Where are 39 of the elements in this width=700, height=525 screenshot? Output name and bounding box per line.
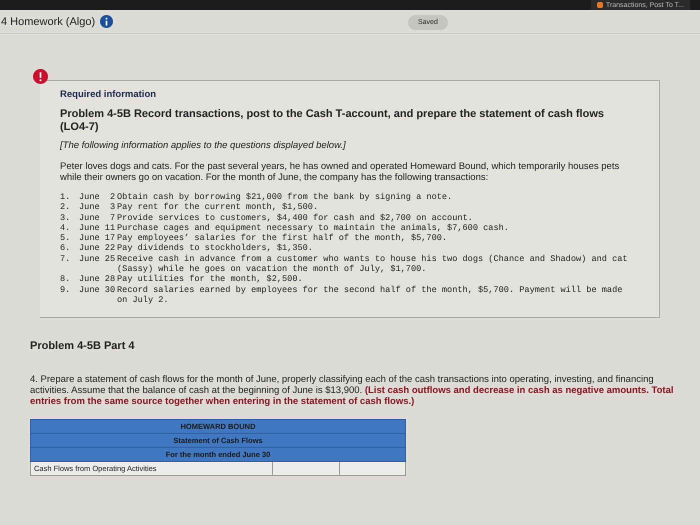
transaction-number: 1. bbox=[60, 192, 72, 202]
amount-cell[interactable] bbox=[272, 462, 339, 476]
transaction-date: June 17 bbox=[79, 233, 116, 244]
amount-cell[interactable] bbox=[339, 462, 406, 476]
transaction-date: June 7 bbox=[79, 212, 116, 223]
transaction-text: Provide services to customers, $4,400 for cash and $2,700 on account. bbox=[117, 212, 474, 223]
problem-title: Problem 4-5B Record transactions, post to the Cash T-account, and prepare the statement of cash flows (LO4-7) bbox=[60, 108, 606, 134]
transaction-date: June 30 bbox=[79, 284, 116, 297]
transaction-date: June 2 bbox=[79, 192, 116, 202]
assignment-title: 4 Homework (Algo) bbox=[1, 16, 96, 28]
transaction-text: Obtain cash by borrowing $21,000 from the bank by signing a note. bbox=[117, 192, 454, 202]
instructions-paragraph: 4. Prepare a statement of cash flows for the month of June, properly classifying each of the cash transactions into operating, investing, and financing activities. Assume that the balance of cash at the beginning of June is $13,900. (List cash outflows and decrease in cash as negative amounts. Total entries from the same source together when entering in the statement of cash flows.) bbox=[30, 374, 675, 408]
transaction-number: 6. bbox=[60, 243, 72, 254]
transaction-text: Record salaries earned by employees for the second half of the month, $5,700. Payment will be made on July 2. bbox=[117, 284, 624, 306]
transaction-date: June 22 bbox=[79, 243, 116, 254]
transaction-text: Purchase cages and equipment necessary to maintain the animals, $7,600 cash. bbox=[117, 222, 510, 234]
transaction-date: June 25 bbox=[79, 254, 116, 266]
transaction-date: June 28 bbox=[79, 274, 116, 285]
transaction-text: Pay employees’ salaries for the first half of the month, $5,700. bbox=[117, 233, 448, 244]
required-info-heading: Required information bbox=[60, 89, 158, 100]
transaction-number: 7. bbox=[60, 254, 72, 266]
transaction-number: 9. bbox=[60, 284, 72, 297]
info-note: [The following information applies to the questions displayed below.] bbox=[60, 140, 347, 151]
transaction-number: 3. bbox=[60, 212, 72, 223]
transaction-text: Pay dividends to stockholders, $1,350. bbox=[117, 243, 314, 254]
transaction-date: June 11 bbox=[79, 222, 116, 234]
transaction-text: Pay utilities for the month, $2,500. bbox=[117, 274, 304, 285]
transaction-date: June 3 bbox=[79, 202, 116, 213]
transaction-number: 8. bbox=[60, 274, 72, 285]
intro-paragraph: Peter loves dogs and cats. For the past several years, he has owned and operated Homeward Bound, which temporarily houses pets while their owners go on vacation. For the month of June, the company has the following transactions: bbox=[60, 161, 620, 183]
transaction-number: 5. bbox=[60, 233, 72, 244]
transaction-text: Pay rent for the current month, $1,500. bbox=[117, 202, 320, 213]
part-title: Problem 4-5B Part 4 bbox=[30, 340, 136, 352]
transaction-number: 2. bbox=[60, 202, 72, 213]
app-logo-icon bbox=[596, 2, 603, 8]
alert-icon bbox=[33, 69, 48, 84]
transaction-text: Receive cash in advance from a customer who wants to house his two dogs (Chance and Shadow) and cat (Sassy) while he goes on vacation the month of July, $1,700. bbox=[117, 254, 629, 274]
transaction-number: 4. bbox=[60, 222, 72, 234]
info-icon[interactable] bbox=[100, 15, 114, 28]
